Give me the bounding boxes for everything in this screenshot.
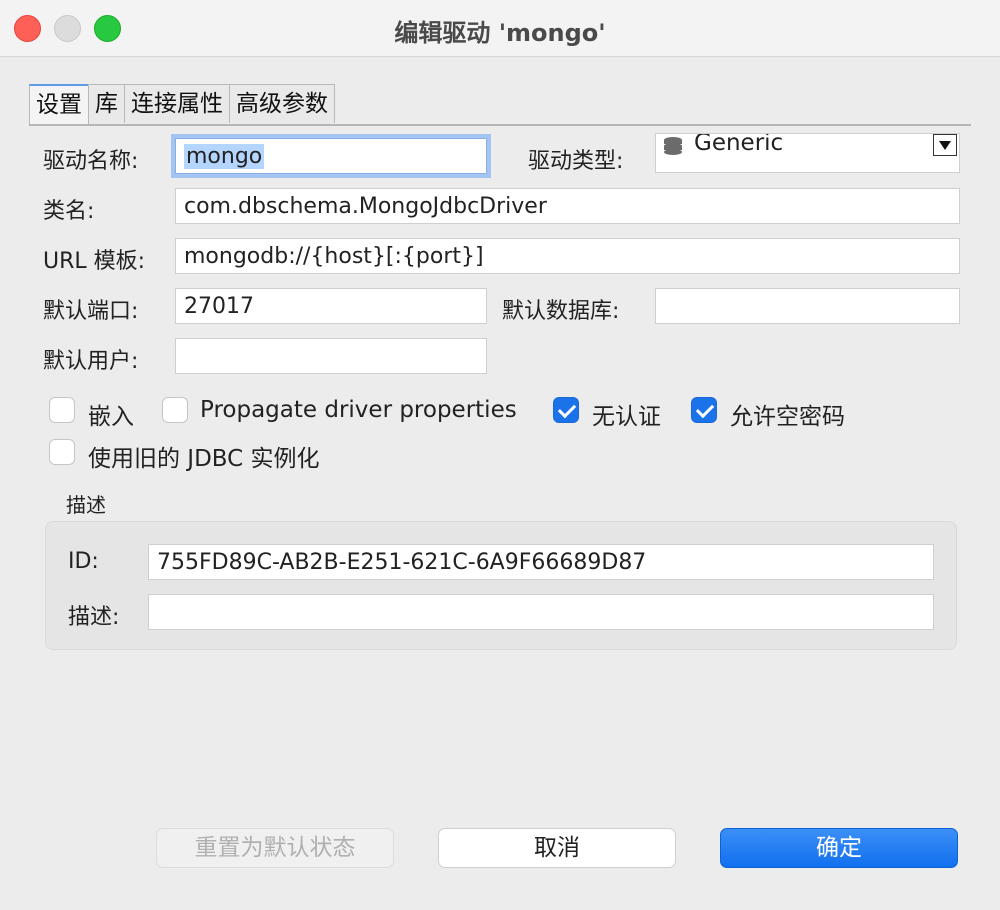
driver-name-input[interactable]: mongo <box>175 138 487 174</box>
tab-settings[interactable]: 设置 <box>29 84 89 125</box>
id-label: ID: <box>68 549 99 574</box>
chevron-down-icon[interactable] <box>933 134 957 156</box>
embedded-label: 嵌入 <box>88 404 134 430</box>
driver-name-value: mongo <box>184 144 265 169</box>
url-template-input[interactable]: mongodb://{host}[:{port}] <box>175 238 960 274</box>
id-input[interactable]: 755FD89C-AB2B-E251-621C-6A9F66689D87 <box>148 544 934 580</box>
url-template-label: URL 模板: <box>43 249 146 274</box>
embedded-checkbox[interactable] <box>49 397 75 423</box>
default-port-input[interactable]: 27017 <box>175 288 487 324</box>
driver-type-select[interactable]: Generic <box>655 133 960 173</box>
default-database-input[interactable] <box>655 288 960 324</box>
tab-libraries[interactable]: 库 <box>88 84 125 123</box>
default-port-label: 默认端口: <box>43 299 139 324</box>
propagate-properties-checkbox[interactable] <box>162 397 188 423</box>
title-bar: 编辑驱动 'mongo' <box>0 0 1000 57</box>
cancel-button[interactable]: 取消 <box>438 828 676 868</box>
ok-button[interactable]: 确定 <box>720 828 958 868</box>
database-icon <box>664 137 682 155</box>
description-group <box>45 521 957 650</box>
propagate-properties-label: Propagate driver properties <box>200 397 517 423</box>
class-name-input[interactable]: com.dbschema.MongoJdbcDriver <box>175 188 960 224</box>
legacy-jdbc-label: 使用旧的 JDBC 实例化 <box>88 446 320 472</box>
tab-bar: 设置 库 连接属性 高级参数 <box>29 84 335 125</box>
window-title: 编辑驱动 'mongo' <box>394 19 606 47</box>
tab-divider <box>29 124 971 126</box>
description-group-title: 描述 <box>66 493 106 517</box>
default-database-label: 默认数据库: <box>502 299 620 324</box>
driver-type-value: Generic <box>694 133 784 156</box>
description-label: 描述: <box>68 605 120 630</box>
default-user-label: 默认用户: <box>43 349 139 374</box>
tab-advanced-parameters[interactable]: 高级参数 <box>229 84 335 123</box>
reset-defaults-button[interactable]: 重置为默认状态 <box>156 828 394 868</box>
no-auth-label: 无认证 <box>592 404 661 430</box>
driver-name-label: 驱动名称: <box>43 149 139 174</box>
allow-empty-password-checkbox[interactable] <box>691 397 717 423</box>
tab-connection-properties[interactable]: 连接属性 <box>124 84 230 123</box>
class-name-label: 类名: <box>43 199 95 224</box>
driver-type-label: 驱动类型: <box>528 149 624 174</box>
default-user-input[interactable] <box>175 338 487 374</box>
no-auth-checkbox[interactable] <box>553 397 579 423</box>
allow-empty-password-label: 允许空密码 <box>730 404 845 430</box>
description-input[interactable] <box>148 594 934 630</box>
legacy-jdbc-checkbox[interactable] <box>49 439 75 465</box>
